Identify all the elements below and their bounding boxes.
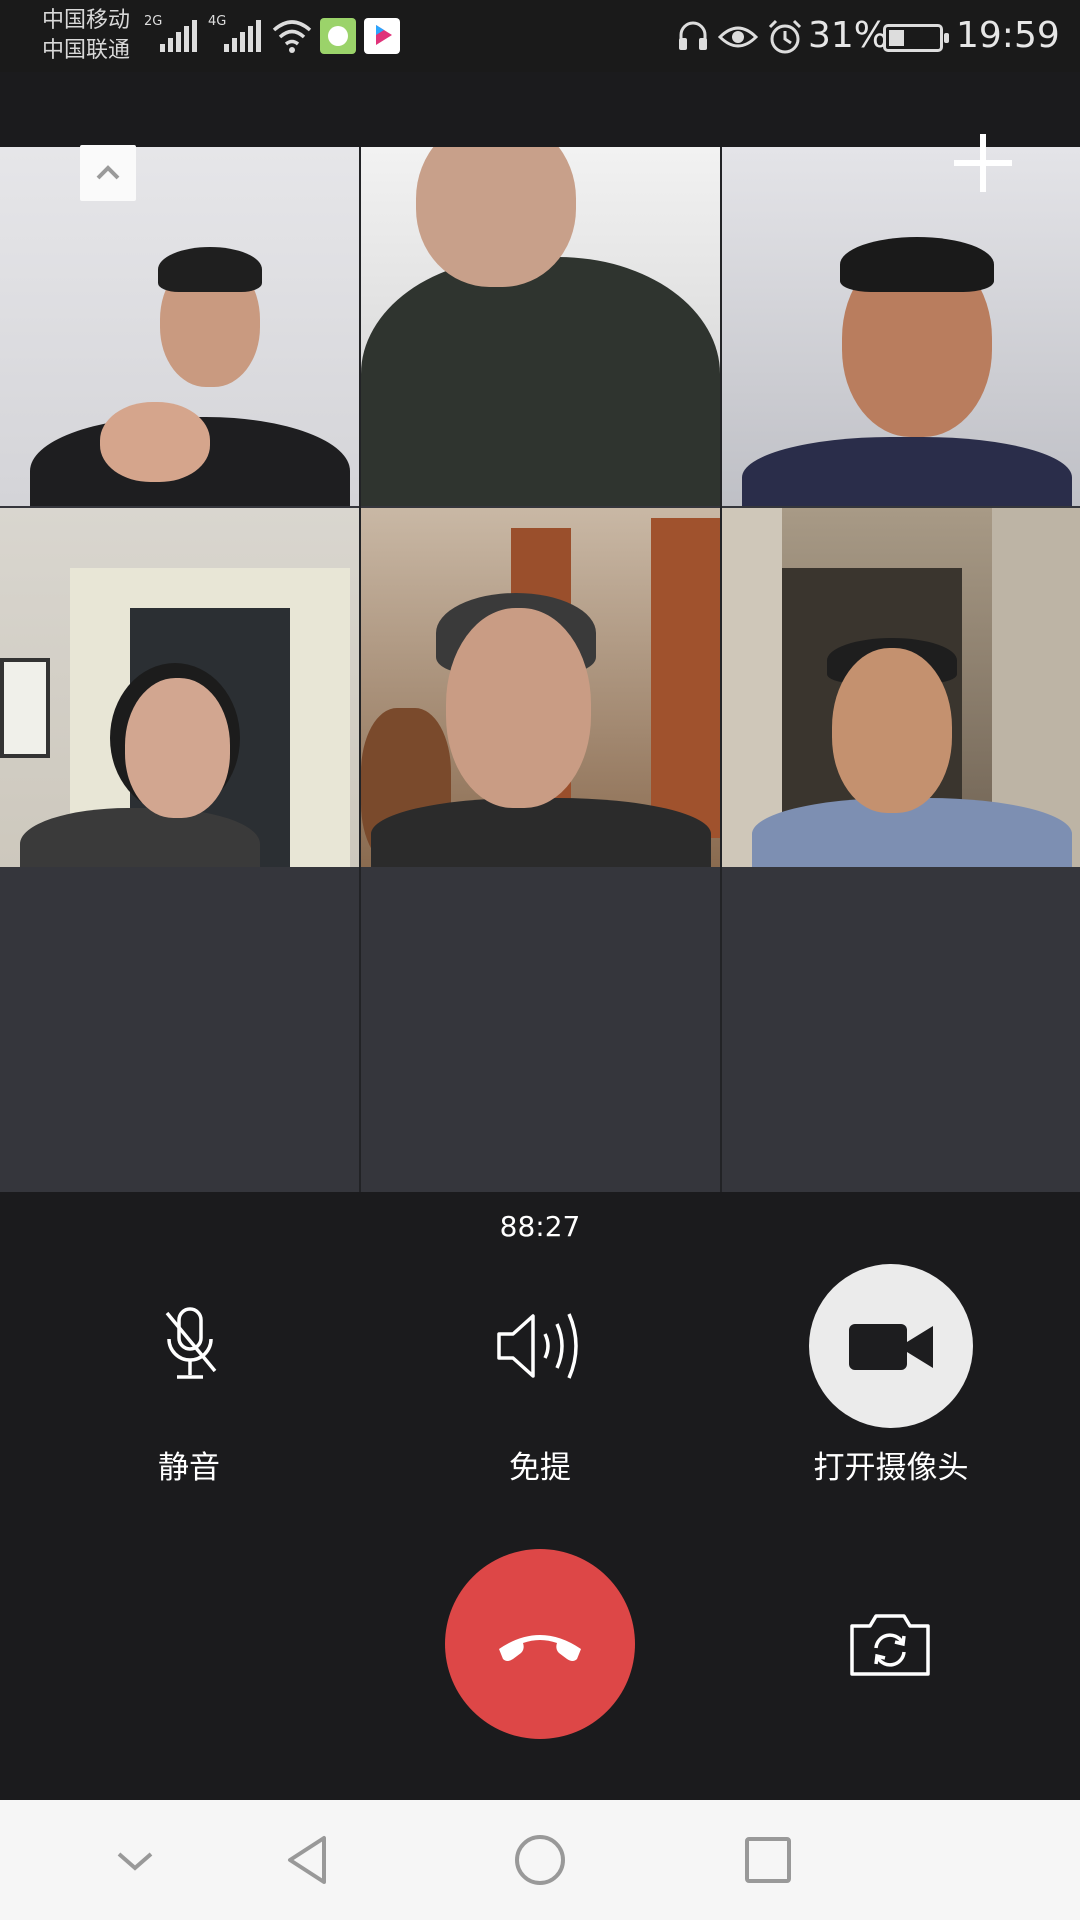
open-camera-button[interactable] <box>809 1264 973 1428</box>
collapse-button[interactable] <box>80 145 136 201</box>
status-bar: 中国移动 中国联通 2G 4G 31% 19:59 <box>0 0 1080 72</box>
nav-home-button[interactable] <box>510 1830 570 1890</box>
chevron-up-icon <box>96 165 120 180</box>
participant-video-tile[interactable] <box>361 147 720 506</box>
nav-hide-button[interactable] <box>105 1830 165 1890</box>
youku-icon <box>364 18 400 54</box>
add-participant-button[interactable] <box>950 130 1016 196</box>
participant-video-tile[interactable] <box>722 147 1080 506</box>
battery-icon <box>883 24 949 52</box>
wifi-icon <box>272 20 312 53</box>
call-timer: 88:27 <box>499 1210 581 1243</box>
participant-video-tile[interactable] <box>722 508 1080 867</box>
participant-video-tile[interactable] <box>0 508 359 867</box>
plus-icon <box>954 134 1012 192</box>
mute-label: 静音 <box>158 1450 220 1486</box>
clock: 19:59 <box>956 15 1060 56</box>
grid-divider <box>720 147 722 1192</box>
participant-video-grid <box>0 147 1080 1192</box>
carrier-info: 中国移动 中国联通 <box>42 6 130 66</box>
signal-icon <box>224 18 262 52</box>
microphone-off-icon <box>165 1307 217 1379</box>
signal-icon <box>160 18 198 52</box>
participant-video-tile[interactable] <box>361 508 720 867</box>
headset-icon <box>679 21 707 50</box>
recents-square-icon <box>745 1837 791 1883</box>
participant-video-tile[interactable] <box>0 147 359 506</box>
camera-label: 打开摄像头 <box>813 1450 969 1486</box>
speaker-button[interactable] <box>495 1310 585 1386</box>
switch-camera-button[interactable] <box>848 1608 932 1682</box>
grid-divider <box>359 147 361 1192</box>
battery-level-fill <box>889 30 904 46</box>
carrier-2: 中国联通 <box>42 38 131 63</box>
back-triangle-icon <box>288 1836 326 1884</box>
switch-camera-icon <box>850 1614 930 1676</box>
video-camera-icon <box>849 1324 933 1370</box>
video-call-screen: 中国移动 中国联通 2G 4G 31% 19:59 88:27 静音 免提 打开… <box>0 0 1080 1920</box>
speaker-icon <box>497 1313 578 1379</box>
battery-percentage: 31% <box>808 15 889 56</box>
phone-hangup-icon <box>499 1635 581 1661</box>
carrier-1: 中国移动 <box>42 8 131 33</box>
eye-icon <box>718 26 758 48</box>
mute-button[interactable] <box>155 1305 225 1389</box>
speaker-label: 免提 <box>509 1450 571 1486</box>
system-navigation-bar <box>0 1800 1080 1920</box>
chevron-down-icon <box>117 1852 153 1871</box>
nav-back-button[interactable] <box>280 1830 340 1890</box>
nav-recents-button[interactable] <box>738 1830 798 1890</box>
alarm-icon <box>768 19 802 54</box>
home-circle-icon <box>515 1835 565 1885</box>
app-notification-icon <box>320 18 356 54</box>
hang-up-button[interactable] <box>445 1549 635 1739</box>
